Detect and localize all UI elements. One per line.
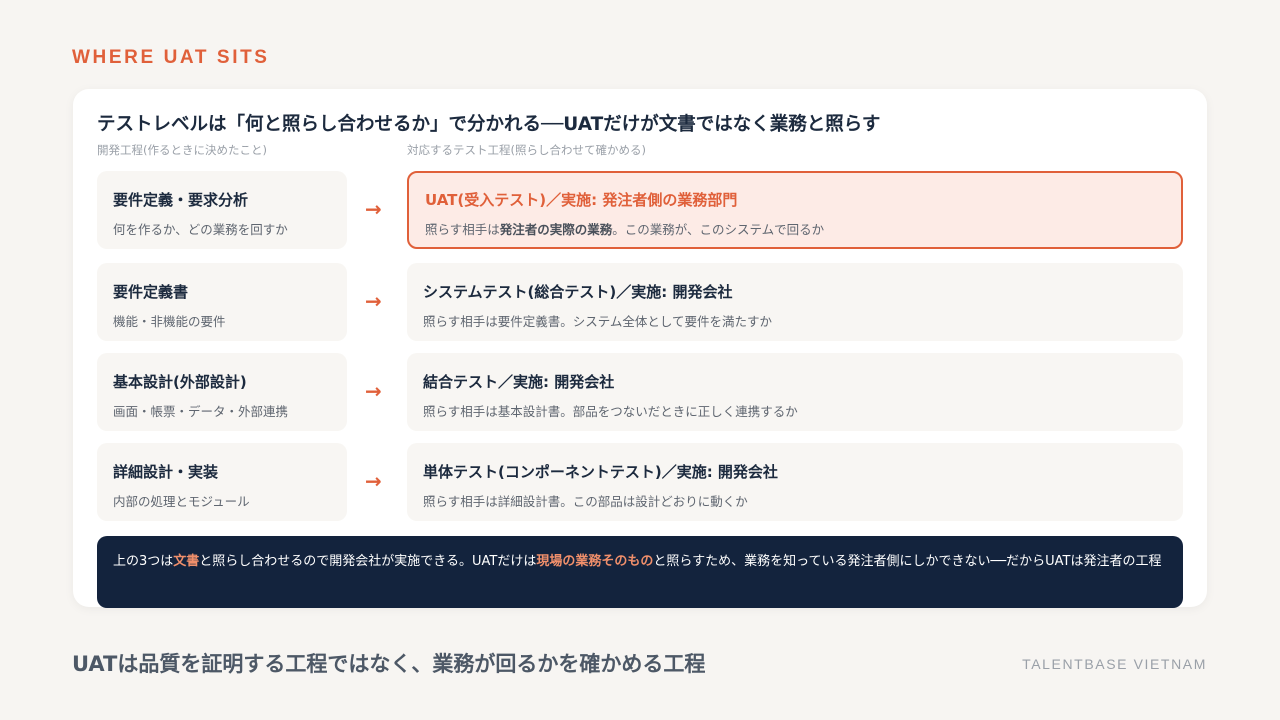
arrow-icon: → bbox=[365, 469, 382, 493]
test-level-desc: 照らす相手は要件定義書。システム全体として要件を満たすか bbox=[423, 314, 773, 329]
test-level-desc: 照らす相手は基本設計書。部品をつないだときに正しく連携するか bbox=[423, 404, 798, 419]
arrow-icon: → bbox=[365, 197, 382, 221]
dev-phase-box: 要件定義・要求分析 何を作るか、どの業務を回すか bbox=[97, 171, 347, 249]
footer-tagline: UATは品質を証明する工程ではなく、業務が回るかを確かめる工程 bbox=[72, 652, 706, 676]
test-column-header: 対応するテスト工程(照らし合わせて確かめる) bbox=[407, 143, 646, 157]
level-row: 詳細設計・実装 内部の処理とモジュール → 単体テスト(コンポーネントテスト)／… bbox=[97, 443, 1183, 521]
dev-phase-box: 基本設計(外部設計) 画面・帳票・データ・外部連携 bbox=[97, 353, 347, 431]
integration-test-box: 結合テスト／実施: 開発会社 照らす相手は基本設計書。部品をつないだときに正しく… bbox=[407, 353, 1183, 431]
level-row: 要件定義書 機能・非機能の要件 → システムテスト(総合テスト)／実施: 開発会… bbox=[97, 263, 1183, 341]
test-level-title: 単体テスト(コンポーネントテスト)／実施: 開発会社 bbox=[423, 463, 778, 481]
test-level-desc: 照らす相手は発注者の実際の業務。この業務が、このシステムで回るか bbox=[425, 222, 825, 237]
content-card: テストレベルは「何と照らし合わせるか」で分かれる──UATだけが文書ではなく業務… bbox=[73, 89, 1207, 608]
dev-phase-title: 詳細設計・実装 bbox=[113, 463, 219, 481]
dev-phase-title: 要件定義書 bbox=[113, 283, 189, 301]
card-title: テストレベルは「何と照らし合わせるか」で分かれる──UATだけが文書ではなく業務… bbox=[97, 114, 881, 135]
unit-test-box: 単体テスト(コンポーネントテスト)／実施: 開発会社 照らす相手は詳細設計書。こ… bbox=[407, 443, 1183, 521]
section-eyebrow: WHERE UAT SITS bbox=[72, 47, 270, 68]
level-row: 要件定義・要求分析 何を作るか、どの業務を回すか → UAT(受入テスト)／実施… bbox=[97, 171, 1183, 249]
dev-column-header: 開発工程(作るときに決めたこと) bbox=[97, 143, 267, 157]
test-level-title: UAT(受入テスト)／実施: 発注者側の業務部門 bbox=[425, 191, 738, 209]
summary-note: 上の3つは文書と照らし合わせるので開発会社が実施できる。UATだけは現場の業務そ… bbox=[97, 536, 1183, 608]
system-test-box: システムテスト(総合テスト)／実施: 開発会社 照らす相手は要件定義書。システム… bbox=[407, 263, 1183, 341]
dev-phase-title: 要件定義・要求分析 bbox=[113, 191, 249, 209]
dev-phase-desc: 機能・非機能の要件 bbox=[113, 314, 226, 329]
footer-brand: TALENTBASE VIETNAM bbox=[1022, 656, 1207, 672]
test-level-title: システムテスト(総合テスト)／実施: 開発会社 bbox=[423, 283, 733, 301]
dev-phase-desc: 内部の処理とモジュール bbox=[113, 494, 250, 509]
test-level-title: 結合テスト／実施: 開発会社 bbox=[423, 373, 615, 391]
dev-phase-desc: 画面・帳票・データ・外部連携 bbox=[113, 404, 289, 419]
arrow-icon: → bbox=[365, 379, 382, 403]
dev-phase-box: 詳細設計・実装 内部の処理とモジュール bbox=[97, 443, 347, 521]
arrow-icon: → bbox=[365, 289, 382, 313]
test-level-desc: 照らす相手は詳細設計書。この部品は設計どおりに動くか bbox=[423, 494, 748, 509]
dev-phase-desc: 何を作るか、どの業務を回すか bbox=[113, 222, 288, 237]
level-row: 基本設計(外部設計) 画面・帳票・データ・外部連携 → 結合テスト／実施: 開発… bbox=[97, 353, 1183, 431]
uat-test-box: UAT(受入テスト)／実施: 発注者側の業務部門 照らす相手は発注者の実際の業務… bbox=[407, 171, 1183, 249]
dev-phase-box: 要件定義書 機能・非機能の要件 bbox=[97, 263, 347, 341]
dev-phase-title: 基本設計(外部設計) bbox=[113, 373, 247, 391]
